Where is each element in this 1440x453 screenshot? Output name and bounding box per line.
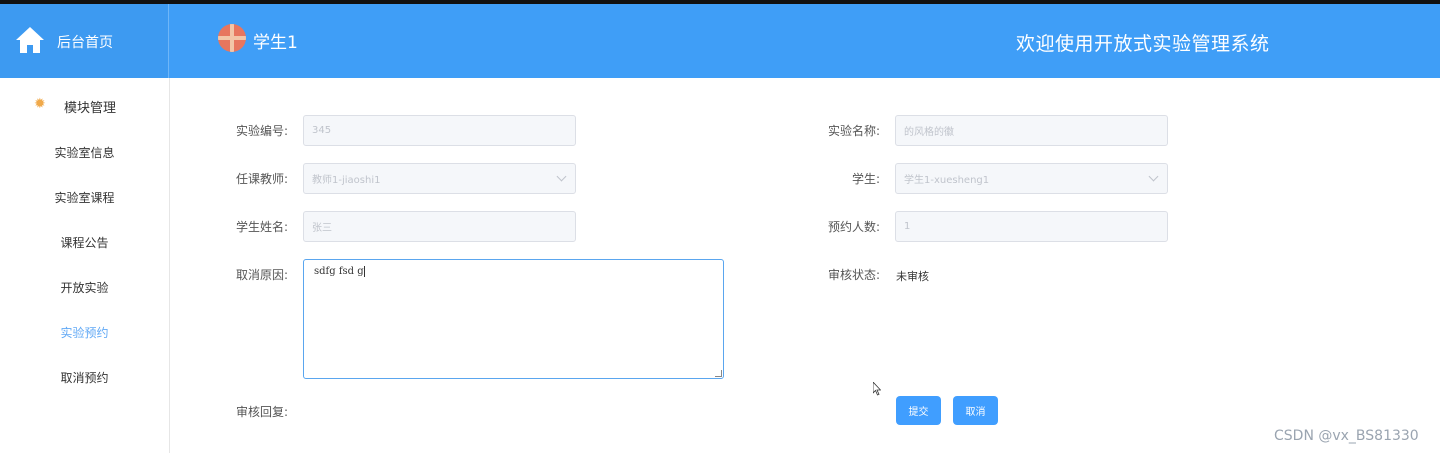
student-name-input: 张三 (303, 211, 576, 242)
sidebar-item-cancel-booking[interactable]: 取消预约 (0, 369, 169, 386)
home-icon (16, 27, 44, 53)
user-avatar-icon[interactable] (218, 24, 246, 52)
exp-name-input: 的风格的徽 (895, 115, 1168, 146)
student-label: 学生: (851, 172, 880, 186)
user-name[interactable]: 学生1 (253, 28, 298, 53)
submit-button[interactable]: 提交 (896, 396, 941, 425)
cancel-button[interactable]: 取消 (953, 396, 998, 425)
sidebar-item-lab-info[interactable]: 实验室信息 (0, 144, 169, 161)
resize-handle-icon[interactable] (715, 370, 722, 377)
gear-icon: ✹ (34, 96, 46, 112)
home-link[interactable]: 后台首页 (0, 4, 169, 78)
audit-status-value: 未审核 (896, 270, 929, 283)
chevron-down-icon (556, 171, 567, 182)
chevron-down-icon (1148, 171, 1159, 182)
welcome-title: 欢迎使用开放式实验管理系统 (1016, 33, 1270, 55)
exp-no-input: 345 (303, 115, 576, 146)
cancel-reason-textarea[interactable]: sdfg fsd g (303, 259, 724, 379)
top-header: 后台首页 学生1 欢迎使用开放式实验管理系统 (0, 4, 1440, 78)
exp-no-value: 345 (312, 125, 332, 136)
audit-reply-label: 审核回复: (235, 405, 288, 419)
sidebar-item-open-experiment[interactable]: 开放实验 (0, 279, 169, 296)
sidebar: ✹ 模块管理 实验室信息 实验室课程 课程公告 开放实验 实验预约 取消预约 (0, 78, 170, 453)
student-name-label: 学生姓名: (235, 220, 288, 234)
teacher-select[interactable]: 教师1-jiaoshi1 (303, 163, 576, 194)
sidebar-item-course-notice[interactable]: 课程公告 (0, 234, 169, 251)
headcount-value: 1 (904, 221, 911, 232)
exp-no-label: 实验编号: (235, 124, 288, 138)
teacher-label: 任课教师: (235, 172, 288, 186)
watermark: CSDN @vx_BS81330 (1274, 428, 1419, 444)
headcount-input: 1 (895, 211, 1168, 242)
headcount-label: 预约人数: (827, 220, 880, 234)
student-select[interactable]: 学生1-xuesheng1 (895, 163, 1168, 194)
student-value: 学生1-xuesheng1 (904, 175, 990, 186)
exp-name-value: 的风格的徽 (904, 127, 954, 138)
student-name-value: 张三 (312, 223, 332, 234)
sidebar-item-experiment-booking[interactable]: 实验预约 (0, 324, 169, 341)
sidebar-group-module[interactable]: ✹ 模块管理 (0, 96, 169, 116)
audit-status-label: 审核状态: (827, 268, 880, 282)
exp-name-label: 实验名称: (827, 124, 880, 138)
cancel-reason-label: 取消原因: (235, 268, 288, 282)
teacher-value: 教师1-jiaoshi1 (312, 175, 381, 186)
text-caret (363, 266, 365, 277)
home-label: 后台首页 (57, 35, 113, 51)
cancel-reason-value: sdfg fsd g (314, 266, 364, 277)
mouse-cursor-icon (873, 382, 881, 396)
sidebar-group-label: 模块管理 (64, 101, 117, 116)
sidebar-item-lab-course[interactable]: 实验室课程 (0, 189, 169, 206)
